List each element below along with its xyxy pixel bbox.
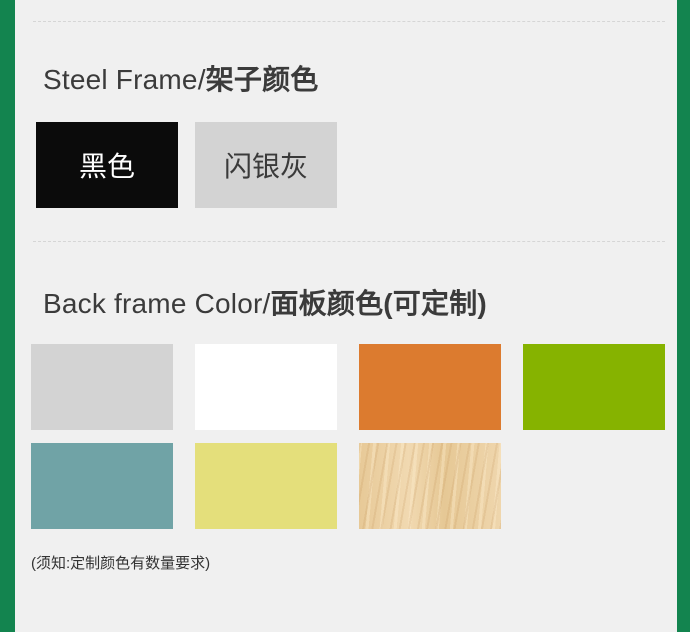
back-frame-title-cn: 面板颜色(可定制): [270, 288, 487, 319]
frame-color-black-button[interactable]: 黑色: [36, 122, 178, 208]
middle-divider: [33, 241, 665, 242]
color-options-panel: Steel Frame/架子颜色 黑色 闪银灰 Back frame Color…: [15, 0, 677, 632]
frame-color-silver-gray-label: 闪银灰: [223, 151, 308, 182]
back-frame-title: Back frame Color/面板颜色(可定制): [43, 282, 487, 322]
swatch-green[interactable]: [523, 344, 665, 430]
frame-color-black-label: 黑色: [78, 151, 135, 182]
custom-color-note: (须知:定制颜色有数量要求): [31, 555, 211, 572]
swatch-yellow[interactable]: [195, 443, 337, 529]
swatch-light-gray[interactable]: [31, 344, 173, 430]
back-frame-title-en: Back frame Color/: [43, 288, 271, 319]
swatch-teal[interactable]: [31, 443, 173, 529]
frame-color-silver-gray-button[interactable]: 闪银灰: [195, 122, 337, 208]
swatch-white[interactable]: [195, 344, 337, 430]
steel-frame-title: Steel Frame/架子颜色: [43, 58, 319, 98]
steel-frame-title-cn: 架子颜色: [205, 64, 319, 95]
swatch-orange[interactable]: [359, 344, 501, 430]
top-divider: [33, 21, 665, 22]
swatch-wood[interactable]: [359, 443, 501, 529]
steel-frame-title-en: Steel Frame/: [43, 64, 206, 95]
